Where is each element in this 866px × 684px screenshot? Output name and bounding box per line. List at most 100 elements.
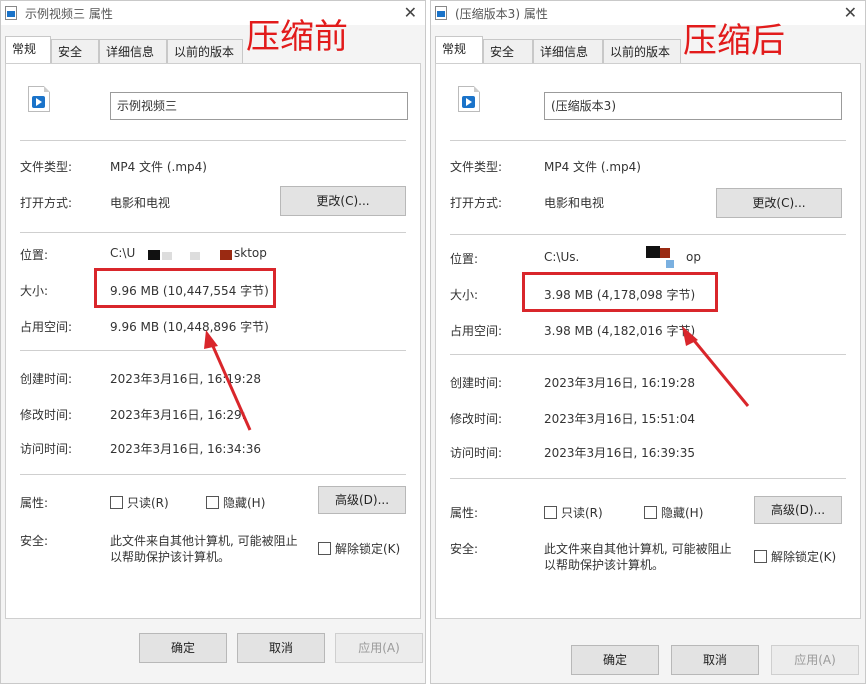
unblock-checkbox[interactable]: 解除锁定(K) bbox=[318, 540, 400, 557]
readonly-checkbox[interactable]: 只读(R) bbox=[110, 494, 169, 511]
close-icon[interactable]: ✕ bbox=[844, 3, 857, 22]
title-bar: (压缩版本3) 属性 ✕ bbox=[431, 1, 865, 25]
open-with-label: 打开方式: bbox=[20, 196, 73, 210]
title-bar: 示例视频三 属性 ✕ bbox=[1, 1, 425, 25]
file-name-field[interactable]: (压缩版本3) bbox=[544, 92, 842, 120]
redaction-block bbox=[666, 260, 674, 268]
created-value: 2023年3月16日, 16:19:28 bbox=[544, 376, 695, 390]
unblock-label: 解除锁定(K) bbox=[335, 542, 401, 556]
checkbox-box[interactable] bbox=[544, 506, 557, 519]
redaction-block bbox=[220, 250, 232, 260]
security-message-line2: 以帮助保护该计算机。 bbox=[110, 550, 231, 564]
accessed-label: 访问时间: bbox=[20, 442, 73, 456]
divider bbox=[450, 354, 846, 355]
divider bbox=[20, 350, 406, 351]
apply-button[interactable]: 应用(A) bbox=[771, 645, 859, 675]
redaction-block bbox=[660, 248, 670, 258]
file-type-label: 文件类型: bbox=[450, 160, 503, 174]
ok-button[interactable]: 确定 bbox=[571, 645, 659, 675]
security-message-line2: 以帮助保护该计算机。 bbox=[544, 558, 665, 572]
hidden-label: 隐藏(H) bbox=[223, 496, 266, 510]
security-label: 安全: bbox=[20, 534, 49, 548]
redaction-block bbox=[148, 250, 160, 260]
security-message-line1: 此文件来自其他计算机, 可能被阻止 bbox=[544, 542, 732, 556]
open-with-label: 打开方式: bbox=[450, 196, 503, 210]
checkbox-box[interactable] bbox=[110, 496, 123, 509]
tab-details[interactable]: 详细信息 bbox=[533, 39, 603, 63]
apply-button[interactable]: 应用(A) bbox=[335, 633, 423, 663]
hidden-checkbox[interactable]: 隐藏(H) bbox=[644, 504, 703, 521]
checkbox-box[interactable] bbox=[206, 496, 219, 509]
unblock-checkbox[interactable]: 解除锁定(K) bbox=[754, 548, 836, 565]
security-message-line1: 此文件来自其他计算机, 可能被阻止 bbox=[110, 534, 298, 548]
video-file-icon bbox=[5, 5, 17, 20]
modified-label: 修改时间: bbox=[450, 412, 503, 426]
readonly-checkbox[interactable]: 只读(R) bbox=[544, 504, 603, 521]
modified-value: 2023年3月16日, 15:51:04 bbox=[544, 412, 695, 426]
unblock-label: 解除锁定(K) bbox=[771, 550, 837, 564]
video-file-icon bbox=[458, 86, 480, 112]
location-value-end: op bbox=[686, 250, 701, 264]
properties-dialog-after: (压缩版本3) 属性 ✕ 压缩后 常规 安全 详细信息 以前的版本 (压缩版本3… bbox=[430, 0, 866, 684]
change-button[interactable]: 更改(C)... bbox=[716, 188, 842, 218]
general-panel: 示例视频三 文件类型: MP4 文件 (.mp4) 打开方式: 电影和电视 更改… bbox=[5, 63, 421, 619]
accessed-label: 访问时间: bbox=[450, 446, 503, 460]
checkbox-box[interactable] bbox=[644, 506, 657, 519]
security-label: 安全: bbox=[450, 542, 479, 556]
tab-details[interactable]: 详细信息 bbox=[99, 39, 167, 63]
disk-size-value: 3.98 MB (4,182,016 字节) bbox=[544, 324, 696, 338]
advanced-button[interactable]: 高级(D)... bbox=[754, 496, 842, 524]
video-file-icon bbox=[435, 5, 447, 20]
tab-general[interactable]: 常规 bbox=[435, 36, 483, 64]
tab-general[interactable]: 常规 bbox=[5, 36, 51, 64]
location-value-start: C:\Us. bbox=[544, 250, 580, 264]
location-label: 位置: bbox=[20, 248, 49, 262]
overlay-label-before: 压缩前 bbox=[246, 17, 348, 57]
advanced-button[interactable]: 高级(D)... bbox=[318, 486, 406, 514]
checkbox-box[interactable] bbox=[318, 542, 331, 555]
file-name-field[interactable]: 示例视频三 bbox=[110, 92, 408, 120]
tab-security[interactable]: 安全 bbox=[51, 39, 99, 63]
change-button[interactable]: 更改(C)... bbox=[280, 186, 406, 216]
hidden-checkbox[interactable]: 隐藏(H) bbox=[206, 494, 265, 511]
video-file-icon bbox=[28, 86, 50, 112]
size-label: 大小: bbox=[20, 284, 49, 298]
accessed-value: 2023年3月16日, 16:39:35 bbox=[544, 446, 695, 460]
accessed-value: 2023年3月16日, 16:34:36 bbox=[110, 442, 261, 456]
tab-previous-versions[interactable]: 以前的版本 bbox=[603, 39, 681, 63]
tab-previous-versions[interactable]: 以前的版本 bbox=[167, 39, 243, 63]
divider bbox=[450, 140, 846, 141]
size-highlight-box bbox=[94, 268, 276, 308]
created-label: 创建时间: bbox=[450, 376, 503, 390]
location-value-end: sktop bbox=[234, 246, 267, 260]
disk-size-label: 占用空间: bbox=[450, 324, 503, 338]
checkbox-box[interactable] bbox=[754, 550, 767, 563]
disk-size-value: 9.96 MB (10,448,896 字节) bbox=[110, 320, 269, 334]
file-type-value: MP4 文件 (.mp4) bbox=[544, 160, 641, 174]
divider bbox=[20, 474, 406, 475]
tab-security[interactable]: 安全 bbox=[483, 39, 533, 63]
divider bbox=[450, 234, 846, 235]
hidden-label: 隐藏(H) bbox=[661, 506, 704, 520]
close-icon[interactable]: ✕ bbox=[404, 3, 417, 22]
location-label: 位置: bbox=[450, 252, 479, 266]
modified-label: 修改时间: bbox=[20, 408, 73, 422]
attributes-label: 属性: bbox=[20, 496, 49, 510]
divider bbox=[450, 478, 846, 479]
file-type-label: 文件类型: bbox=[20, 160, 73, 174]
readonly-label: 只读(R) bbox=[561, 506, 603, 520]
modified-value: 2023年3月16日, 16:29: bbox=[110, 408, 246, 422]
redaction-block bbox=[646, 246, 660, 258]
readonly-label: 只读(R) bbox=[127, 496, 169, 510]
disk-size-label: 占用空间: bbox=[20, 320, 73, 334]
ok-button[interactable]: 确定 bbox=[139, 633, 227, 663]
attributes-label: 属性: bbox=[450, 506, 479, 520]
general-panel: (压缩版本3) 文件类型: MP4 文件 (.mp4) 打开方式: 电影和电视 … bbox=[435, 63, 861, 619]
cancel-button[interactable]: 取消 bbox=[671, 645, 759, 675]
redaction-block bbox=[190, 252, 200, 260]
file-type-value: MP4 文件 (.mp4) bbox=[110, 160, 207, 174]
created-value: 2023年3月16日, 16:19:28 bbox=[110, 372, 261, 386]
open-with-value: 电影和电视 bbox=[110, 196, 171, 210]
cancel-button[interactable]: 取消 bbox=[237, 633, 325, 663]
redaction-block bbox=[162, 252, 172, 260]
